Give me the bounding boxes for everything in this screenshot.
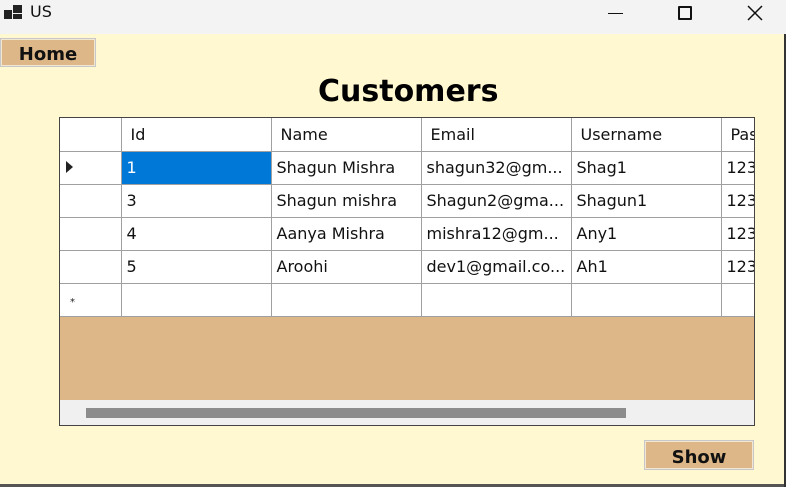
close-button[interactable]: [732, 0, 778, 26]
scrollbar-thumb[interactable]: [86, 408, 626, 418]
row-header-current[interactable]: [60, 150, 122, 185]
title-bar: US: [0, 0, 786, 34]
table-cell[interactable]: Aanya Mishra: [270, 216, 422, 251]
table-cell[interactable]: [120, 282, 272, 317]
table-cell[interactable]: [420, 282, 572, 317]
table-cell[interactable]: 123: [720, 150, 754, 185]
table-cell[interactable]: 123: [720, 216, 754, 251]
minimize-button[interactable]: [592, 0, 638, 26]
table-cell[interactable]: 123: [720, 249, 754, 284]
column-header-password[interactable]: Pas: [720, 118, 754, 152]
column-header-username[interactable]: Username: [570, 118, 722, 152]
table-cell[interactable]: Aroohi: [270, 249, 422, 284]
table-cell[interactable]: Any1: [570, 216, 722, 251]
new-row-star-icon: *: [70, 297, 75, 308]
current-row-arrow-icon: [66, 161, 73, 173]
column-header-email[interactable]: Email: [420, 118, 572, 152]
table-cell[interactable]: Shagun2@gma...: [420, 183, 572, 218]
page-title: Customers: [318, 74, 499, 109]
table-cell[interactable]: 123: [720, 183, 754, 218]
table-cell[interactable]: Shagun Mishra: [270, 150, 422, 185]
row-header[interactable]: [60, 183, 122, 218]
app-window-icon: [4, 4, 24, 20]
table-cell[interactable]: mishra12@gm...: [420, 216, 572, 251]
column-header-id[interactable]: Id: [120, 118, 272, 152]
close-icon: [747, 5, 763, 21]
customers-grid[interactable]: Id Name Email Username Pas 1 Shagun Mish…: [59, 117, 755, 426]
maximize-icon: [678, 6, 692, 20]
header-row: Id Name Email Username Pas: [60, 118, 754, 152]
window-title: US: [30, 2, 52, 21]
table-cell[interactable]: shagun32@gm...: [420, 150, 572, 185]
table-row[interactable]: 5 Aroohi dev1@gmail.co... Ah1 123: [60, 249, 754, 284]
customers-table: Id Name Email Username Pas 1 Shagun Mish…: [60, 118, 754, 317]
minimize-icon: [607, 12, 623, 14]
home-button[interactable]: Home: [0, 38, 96, 67]
row-header[interactable]: [60, 216, 122, 251]
table-cell[interactable]: [720, 282, 754, 317]
maximize-button[interactable]: [662, 0, 708, 26]
table-cell[interactable]: 4: [120, 216, 272, 251]
table-cell[interactable]: dev1@gmail.co...: [420, 249, 572, 284]
show-button[interactable]: Show: [644, 440, 754, 470]
table-cell[interactable]: Shagun1: [570, 183, 722, 218]
table-cell[interactable]: Ah1: [570, 249, 722, 284]
table-row[interactable]: 4 Aanya Mishra mishra12@gm... Any1 123: [60, 216, 754, 251]
table-cell[interactable]: 3: [120, 183, 272, 218]
new-row[interactable]: *: [60, 282, 754, 317]
table-row[interactable]: 1 Shagun Mishra shagun32@gm... Shag1 123: [60, 150, 754, 185]
table-cell[interactable]: 5: [120, 249, 272, 284]
new-row-header[interactable]: *: [60, 282, 122, 317]
table-cell[interactable]: [270, 282, 422, 317]
table-cell[interactable]: Shagun mishra: [270, 183, 422, 218]
row-header[interactable]: [60, 249, 122, 284]
table-row[interactable]: 3 Shagun mishra Shagun2@gma... Shagun1 1…: [60, 183, 754, 218]
column-header-name[interactable]: Name: [270, 118, 422, 152]
horizontal-scrollbar[interactable]: [60, 400, 754, 425]
table-cell[interactable]: [570, 282, 722, 317]
table-cell[interactable]: 1: [120, 150, 272, 185]
table-cell[interactable]: Shag1: [570, 150, 722, 185]
corner-header[interactable]: [60, 118, 122, 152]
